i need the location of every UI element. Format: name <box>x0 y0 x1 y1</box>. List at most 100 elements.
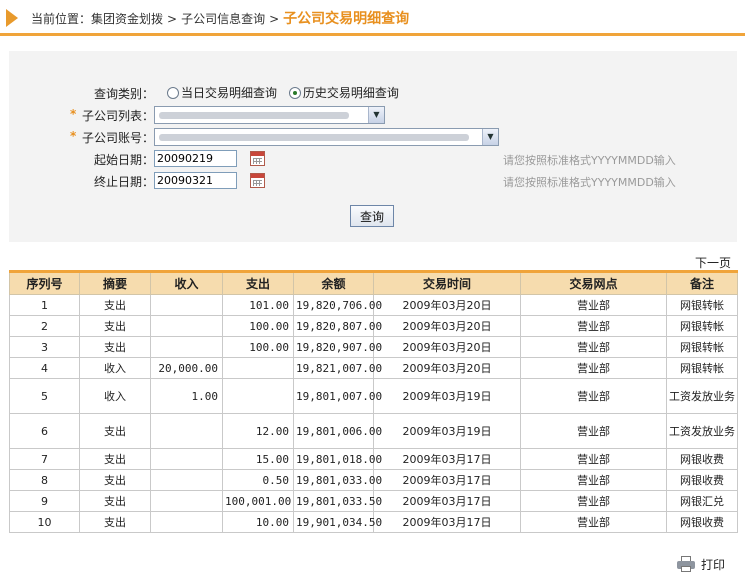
chevron-down-icon[interactable]: ▼ <box>368 107 384 123</box>
cell-expense: 0.50 <box>222 469 294 491</box>
radio-history-option[interactable]: 历史交易明细查询 <box>288 86 399 100</box>
cell-summary: 支出 <box>79 490 151 512</box>
required-mark: * <box>70 129 77 143</box>
next-page-link[interactable]: 下一页 <box>695 254 731 271</box>
cell-time: 2009年03月17日 <box>373 490 521 512</box>
end-date-label: 终止日期： <box>94 175 155 189</box>
cell-expense: 100.00 <box>222 315 294 337</box>
cell-income <box>150 413 223 449</box>
query-button[interactable]: 查询 <box>350 205 394 227</box>
cell-summary: 支出 <box>79 448 151 470</box>
company-account-select[interactable]: ▼ <box>154 128 499 146</box>
cell-income <box>150 469 223 491</box>
cell-income <box>150 490 223 512</box>
cell-summary: 支出 <box>79 413 151 449</box>
cell-expense: 100.00 <box>222 336 294 358</box>
cell-serial: 5 <box>9 378 80 414</box>
end-date-hint: 请您按照标准格式YYYYMMDD输入 <box>503 176 676 189</box>
cell-time: 2009年03月17日 <box>373 448 521 470</box>
print-label[interactable]: 打印 <box>701 558 725 572</box>
cell-expense <box>222 357 294 379</box>
table-row: 7 支出 15.00 19,801,018.00 2009年03月17日 营业部 网银收费 <box>9 448 738 470</box>
table-row: 10 支出 10.00 19,901,034.50 2009年03月17日 营业部 网银收费 <box>9 511 738 533</box>
table-row: 6 支出 12.00 19,801,006.00 2009年03月19日 营业部 工资发放业… <box>9 413 738 449</box>
cell-income <box>150 448 223 470</box>
cell-balance: 19,820,706.00 <box>293 294 382 316</box>
start-date-input[interactable] <box>154 150 237 167</box>
cell-remark: 工资发放业务 <box>666 413 738 449</box>
cell-branch: 营业部 <box>520 413 667 449</box>
cell-serial: 3 <box>9 336 80 358</box>
col-header-time: 交易时间 <box>373 270 521 295</box>
cell-time: 2009年03月20日 <box>373 336 521 358</box>
cell-income <box>150 294 223 316</box>
cell-summary: 支出 <box>79 511 151 533</box>
start-date-hint: 请您按照标准格式YYYYMMDD输入 <box>503 154 676 167</box>
cell-balance: 19,901,034.50 <box>293 511 382 533</box>
calendar-icon[interactable] <box>250 151 265 166</box>
cell-expense: 15.00 <box>222 448 294 470</box>
end-date-input[interactable] <box>154 172 237 189</box>
cell-summary: 收入 <box>79 378 151 414</box>
radio-today-option[interactable]: 当日交易明细查询 <box>167 86 277 100</box>
breadcrumb-item-subsidiary-query[interactable]: 子公司信息查询 <box>181 12 265 26</box>
cell-remark: 网银转帐 <box>666 357 738 379</box>
cell-branch: 营业部 <box>520 357 667 379</box>
col-header-income: 收入 <box>150 270 223 295</box>
cell-branch: 营业部 <box>520 469 667 491</box>
page-title: 子公司交易明细查询 <box>283 11 410 27</box>
cell-expense: 10.00 <box>222 511 294 533</box>
breadcrumb-separator: > <box>167 12 178 26</box>
cell-serial: 9 <box>9 490 80 512</box>
breadcrumb-prefix: 当前位置： <box>31 12 92 26</box>
table-row: 1 支出 101.00 19,820,706.00 2009年03月20日 营业部 网银转帐 <box>9 294 738 316</box>
radio-history[interactable] <box>288 87 301 99</box>
cell-income: 20,000.00 <box>150 357 223 379</box>
cell-balance: 19,801,033.00 <box>293 469 382 491</box>
cell-remark: 工资发放业务 <box>666 378 738 414</box>
calendar-icon[interactable] <box>250 173 265 188</box>
cell-balance: 19,801,006.00 <box>293 413 382 449</box>
blurred-value <box>159 112 349 119</box>
required-mark: * <box>70 107 77 121</box>
cell-time: 2009年03月17日 <box>373 469 521 491</box>
cell-branch: 营业部 <box>520 378 667 414</box>
cell-time: 2009年03月17日 <box>373 511 521 533</box>
cell-time: 2009年03月20日 <box>373 357 521 379</box>
query-type-label: 查询类别： <box>94 87 155 101</box>
chevron-down-icon[interactable]: ▼ <box>482 129 498 145</box>
col-header-summary: 摘要 <box>79 270 151 295</box>
table-row: 5 收入 1.00 19,801,007.00 2009年03月19日 营业部 工资发放业务 <box>9 378 738 414</box>
query-type-radio-group: 当日交易明细查询 历史交易明细查询 <box>167 84 399 101</box>
cell-summary: 收入 <box>79 357 151 379</box>
transaction-table: 序列号 摘要 收入 支出 余额 交易时间 交易网点 备注 1 支出 101.00 19… <box>9 270 738 533</box>
cell-income <box>150 336 223 358</box>
cell-serial: 2 <box>9 315 80 337</box>
cell-remark: 网银转帐 <box>666 336 738 358</box>
cell-expense: 100,001.00 <box>222 490 294 512</box>
company-account-label: 子公司账号： <box>82 131 155 145</box>
cell-summary: 支出 <box>79 294 151 316</box>
cell-time: 2009年03月20日 <box>373 294 521 316</box>
cell-income: 1.00 <box>150 378 223 414</box>
col-header-expense: 支出 <box>222 270 294 295</box>
breadcrumb: 当前位置：集团资金划拨 > 子公司信息查询 > 子公司交易明细查询 <box>31 8 409 28</box>
radio-today[interactable] <box>167 87 179 99</box>
radio-history-label: 历史交易明细查询 <box>302 86 399 100</box>
print-button[interactable]: 打印 <box>677 556 725 573</box>
radio-today-label: 当日交易明细查询 <box>181 86 278 100</box>
company-list-select[interactable]: ▼ <box>154 106 385 124</box>
cell-balance: 19,820,907.00 <box>293 336 382 358</box>
breadcrumb-item-fund-transfer[interactable]: 集团资金划拨 <box>91 12 163 26</box>
cell-branch: 营业部 <box>520 511 667 533</box>
cell-branch: 营业部 <box>520 336 667 358</box>
cell-branch: 营业部 <box>520 315 667 337</box>
cell-summary: 支出 <box>79 336 151 358</box>
cell-remark: 网银收费 <box>666 448 738 470</box>
cell-income <box>150 511 223 533</box>
col-header-remark: 备注 <box>666 270 738 295</box>
cell-serial: 7 <box>9 448 80 470</box>
cell-balance: 19,801,033.50 <box>293 490 382 512</box>
col-header-branch: 交易网点 <box>520 270 667 295</box>
printer-icon[interactable] <box>677 556 695 572</box>
